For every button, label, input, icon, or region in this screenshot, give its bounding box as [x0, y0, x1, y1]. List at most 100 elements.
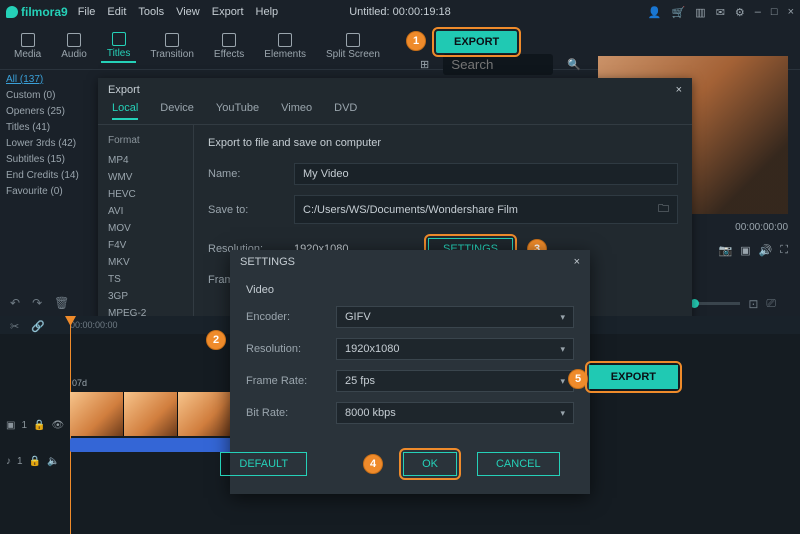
cart-icon[interactable]: 🛒 — [672, 6, 686, 19]
chevron-down-icon: ▾ — [560, 344, 565, 355]
fmt-mkv[interactable]: MKV — [98, 254, 193, 271]
ruler-t0: 00:00:00:00 — [70, 320, 118, 330]
clip-label: 07d — [72, 378, 87, 388]
ok-button[interactable]: OK — [403, 452, 457, 476]
tab-titles[interactable]: Titles — [101, 30, 137, 63]
mail-icon[interactable]: ✉ — [716, 6, 725, 19]
name-input[interactable] — [294, 163, 678, 185]
encoder-label: Encoder: — [246, 311, 336, 323]
cat-openers[interactable]: Openers (25) — [6, 104, 92, 120]
modal-br-label: Bit Rate: — [246, 407, 336, 419]
window-min[interactable]: – — [755, 6, 761, 18]
search-input[interactable] — [443, 54, 553, 75]
timeline-tools-left: ↶ ↷ 🗑 — [10, 296, 69, 310]
elements-icon — [278, 33, 292, 47]
undo-icon[interactable]: ↶ — [10, 296, 20, 310]
encoder-select[interactable]: GIFV▾ — [336, 306, 574, 328]
menu-edit[interactable]: Edit — [107, 6, 126, 18]
transition-icon — [165, 33, 179, 47]
menu-file[interactable]: File — [78, 6, 96, 18]
modal-br-select[interactable]: 8000 kbps▾ — [336, 402, 574, 424]
cat-endcredits[interactable]: End Credits (14) — [6, 168, 92, 184]
tab-effects[interactable]: Effects — [208, 31, 250, 62]
library-icon[interactable]: ▥ — [695, 6, 705, 19]
window-max[interactable]: □ — [771, 6, 778, 18]
cat-all[interactable]: All (137) — [6, 72, 92, 88]
export-tab-youtube[interactable]: YouTube — [216, 102, 259, 120]
fmt-avi[interactable]: AVI — [98, 203, 193, 220]
folder-icon[interactable]: 🗀 — [658, 200, 669, 219]
search-icon[interactable]: 🔍 — [567, 58, 581, 71]
settings-section-video: Video — [246, 284, 574, 296]
cat-subtitles[interactable]: Subtitles (15) — [6, 152, 92, 168]
cancel-button[interactable]: CANCEL — [477, 452, 560, 476]
fmt-hevc[interactable]: HEVC — [98, 186, 193, 203]
cat-lower3[interactable]: Lower 3rds (42) — [6, 136, 92, 152]
saveto-input[interactable]: C:/Users/WS/Documents/Wondershare Film 🗀 — [294, 195, 678, 224]
fullscreen-icon[interactable]: ⛶ — [780, 244, 788, 257]
export-tab-local[interactable]: Local — [112, 102, 138, 120]
effects-icon — [222, 33, 236, 47]
fmt-mov[interactable]: MOV — [98, 220, 193, 237]
window-close[interactable]: × — [788, 6, 794, 18]
lock-icon[interactable]: 🔒 — [29, 456, 41, 467]
zoom-fit-icon[interactable]: ⊡ — [748, 297, 758, 311]
menu-view[interactable]: View — [176, 6, 200, 18]
settings-icon[interactable]: ⚙ — [735, 6, 745, 19]
volume-icon[interactable]: 🔊 — [759, 244, 773, 257]
delete-icon[interactable]: 🗑 — [54, 296, 69, 310]
export-tab-vimeo[interactable]: Vimeo — [281, 102, 312, 120]
default-button[interactable]: DEFAULT — [220, 452, 307, 476]
mixer-icon[interactable]: ⎚ — [766, 296, 776, 311]
user-icon[interactable]: 👤 — [648, 6, 662, 19]
search-area: ⊞ 🔍 — [420, 54, 581, 75]
audio-track-header: ♪ 1 🔒 🔈 — [6, 456, 59, 467]
markin-icon[interactable]: ▣ — [740, 244, 750, 257]
grid-icon[interactable]: ⊞ — [420, 58, 429, 71]
fmt-wmv[interactable]: WMV — [98, 169, 193, 186]
fmt-ts[interactable]: TS — [98, 271, 193, 288]
video-track-header: ▣ 1 🔒 👁 — [6, 420, 64, 431]
export-tab-dvd[interactable]: DVD — [334, 102, 357, 120]
clip-thumb — [124, 392, 178, 436]
preview-timecode: 00:00:00:00 — [735, 222, 788, 233]
chevron-down-icon: ▾ — [560, 312, 565, 323]
tab-media[interactable]: Media — [8, 31, 47, 62]
tab-transition[interactable]: Transition — [144, 31, 200, 62]
fmt-f4v[interactable]: F4V — [98, 237, 193, 254]
modal-res-select[interactable]: 1920x1080▾ — [336, 338, 574, 360]
tab-elements[interactable]: Elements — [258, 31, 312, 62]
lock-icon[interactable]: 🔒 — [33, 420, 45, 431]
link-icon[interactable]: 🔗 — [31, 320, 45, 333]
chevron-down-icon: ▾ — [560, 376, 565, 387]
track-audio-num: 1 — [17, 456, 23, 467]
tab-split-screen[interactable]: Split Screen — [320, 31, 386, 62]
menu-export[interactable]: Export — [212, 6, 244, 18]
menu-help[interactable]: Help — [256, 6, 279, 18]
mute-icon[interactable]: 🔈 — [47, 456, 59, 467]
clip-thumb — [178, 392, 232, 436]
cat-favourite[interactable]: Favourite (0) — [6, 184, 92, 200]
split-icon[interactable]: ✂ — [10, 320, 19, 333]
modal-fr-select[interactable]: 25 fps▾ — [336, 370, 574, 392]
export-close-icon[interactable]: × — [676, 84, 682, 96]
eye-icon[interactable]: 👁 — [51, 420, 64, 431]
modal-fr-label: Frame Rate: — [246, 375, 336, 387]
saveto-value: C:/Users/WS/Documents/Wondershare Film — [303, 204, 518, 216]
export-tab-device[interactable]: Device — [160, 102, 194, 120]
menu-tools[interactable]: Tools — [138, 6, 164, 18]
fmt-3gp[interactable]: 3GP — [98, 288, 193, 305]
redo-icon[interactable]: ↷ — [32, 296, 42, 310]
format-header: Format — [98, 135, 193, 152]
settings-modal-title: SETTINGS — [240, 256, 295, 268]
tab-audio[interactable]: Audio — [55, 31, 93, 62]
top-export-button[interactable]: EXPORT — [436, 31, 517, 53]
cat-titles[interactable]: Titles (41) — [6, 120, 92, 136]
snapshot-icon[interactable]: 📷 — [718, 244, 732, 257]
cat-custom[interactable]: Custom (0) — [6, 88, 92, 104]
menubar: filmora9 File Edit Tools View Export Hel… — [0, 0, 800, 24]
step-1-badge: 1 — [406, 31, 426, 51]
window-title: Untitled: 00:00:19:18 — [349, 6, 451, 18]
settings-modal-close-icon[interactable]: × — [574, 256, 580, 268]
fmt-mp4[interactable]: MP4 — [98, 152, 193, 169]
